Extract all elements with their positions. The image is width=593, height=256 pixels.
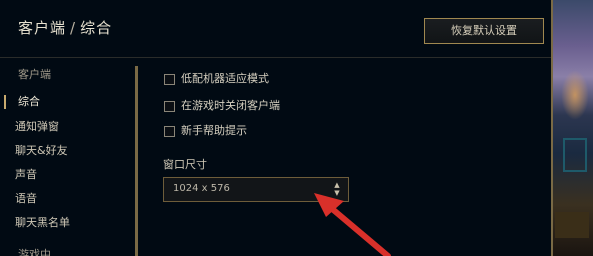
sidebar-section-client: 客户端 bbox=[0, 64, 130, 86]
window-size-value: 1024 x 576 bbox=[173, 183, 230, 194]
sidebar-item-sound[interactable]: 声音 bbox=[0, 164, 130, 186]
dialog-header: 客户端 / 综合 恢复默认设置 bbox=[0, 0, 551, 57]
background-champion-art bbox=[553, 0, 593, 256]
breadcrumb-current: 综合 bbox=[80, 19, 113, 37]
sidebar-section-in-game: 游戏中 bbox=[0, 244, 130, 256]
tutorial-tips-label: 新手帮助提示 bbox=[181, 124, 247, 137]
low-spec-mode-checkbox[interactable] bbox=[164, 74, 175, 85]
low-spec-mode-label: 低配机器适应模式 bbox=[181, 72, 269, 85]
sidebar-item-label: 客户端 bbox=[18, 68, 51, 81]
sidebar-item-label: 综合 bbox=[18, 95, 40, 108]
sidebar-item-label: 聊天黑名单 bbox=[15, 216, 70, 229]
settings-dialog: 客户端/综合 恢复默认设置 客户端 综合 通知弹窗 聊天&好友 声音 语音 bbox=[0, 0, 553, 256]
sidebar-item-notifications[interactable]: 通知弹窗 bbox=[0, 116, 130, 138]
art-frame bbox=[563, 138, 587, 172]
close-client-in-game-label: 在游戏时关闭客户端 bbox=[181, 99, 280, 112]
breadcrumb-separator: / bbox=[70, 19, 77, 37]
active-indicator bbox=[4, 95, 6, 109]
sidebar-item-voice[interactable]: 语音 bbox=[0, 188, 130, 210]
client-settings-screen: 客户端/综合 恢复默认设置 客户端 综合 通知弹窗 聊天&好友 声音 语音 bbox=[0, 0, 593, 256]
close-client-in-game-checkbox[interactable] bbox=[164, 101, 175, 112]
red-arrow-icon bbox=[314, 193, 391, 256]
art-gold-panel bbox=[555, 212, 589, 238]
restore-defaults-button[interactable]: 恢复默认设置 bbox=[424, 18, 544, 44]
sidebar-item-label: 声音 bbox=[15, 168, 37, 181]
sidebar-scrollbar[interactable] bbox=[135, 66, 138, 256]
sidebar-item-chat-friends[interactable]: 聊天&好友 bbox=[0, 140, 130, 162]
sidebar-item-general[interactable]: 综合 bbox=[0, 91, 130, 113]
settings-sidebar: 客户端 综合 通知弹窗 聊天&好友 声音 语音 聊天黑名单 游戏中 bbox=[0, 58, 135, 256]
breadcrumb: 客户端 / 综合 bbox=[18, 17, 112, 38]
art-glow bbox=[561, 70, 589, 120]
breadcrumb-parent: 客户端 bbox=[18, 19, 67, 37]
tutorial-tips-checkbox[interactable] bbox=[164, 126, 175, 137]
sidebar-item-label: 语音 bbox=[15, 192, 37, 205]
sidebar-item-label: 通知弹窗 bbox=[15, 120, 59, 133]
sidebar-item-label: 游戏中 bbox=[18, 248, 51, 256]
sidebar-item-chat-blacklist[interactable]: 聊天黑名单 bbox=[0, 212, 130, 234]
sidebar-item-label: 聊天&好友 bbox=[15, 144, 68, 157]
window-size-label: 窗口尺寸 bbox=[163, 158, 207, 171]
